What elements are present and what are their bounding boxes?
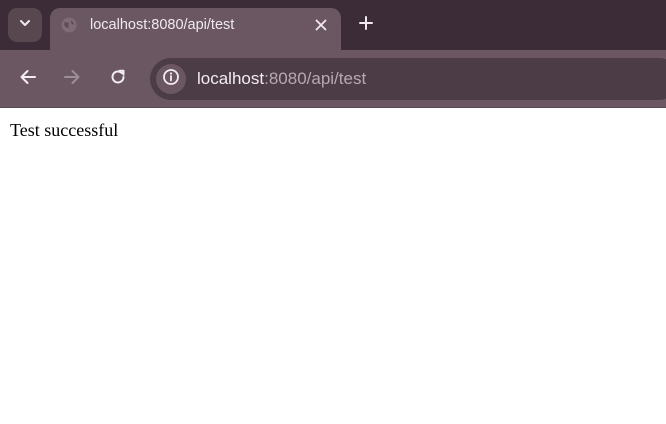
response-text: Test successful [10, 120, 119, 140]
browser-window: localhost:8080/api/test localhost:8080/a… [0, 0, 666, 424]
plus-icon [359, 15, 373, 35]
tab-title: localhost:8080/api/test [90, 17, 235, 33]
chevron-down-icon [18, 16, 32, 35]
arrow-right-icon [63, 68, 81, 91]
back-button[interactable] [16, 67, 40, 91]
site-info-button[interactable] [156, 64, 186, 94]
forward-button[interactable] [60, 67, 84, 91]
reload-button[interactable] [106, 67, 130, 91]
arrow-left-icon [19, 68, 37, 91]
tab-strip: localhost:8080/api/test [0, 0, 666, 50]
tab-search-button[interactable] [8, 8, 42, 42]
reload-icon [109, 68, 127, 91]
close-icon[interactable] [312, 16, 330, 34]
address-bar[interactable]: localhost:8080/api/test [150, 58, 666, 100]
toolbar: localhost:8080/api/test [0, 50, 666, 108]
page-content: Test successful [0, 108, 666, 424]
url-text[interactable]: localhost:8080/api/test [197, 69, 366, 89]
new-tab-button[interactable] [354, 13, 378, 37]
info-icon [162, 68, 180, 91]
globe-icon [60, 16, 78, 34]
url-host: localhost [197, 69, 265, 88]
active-tab[interactable]: localhost:8080/api/test [50, 8, 341, 50]
url-path: :8080/api/test [264, 69, 367, 88]
